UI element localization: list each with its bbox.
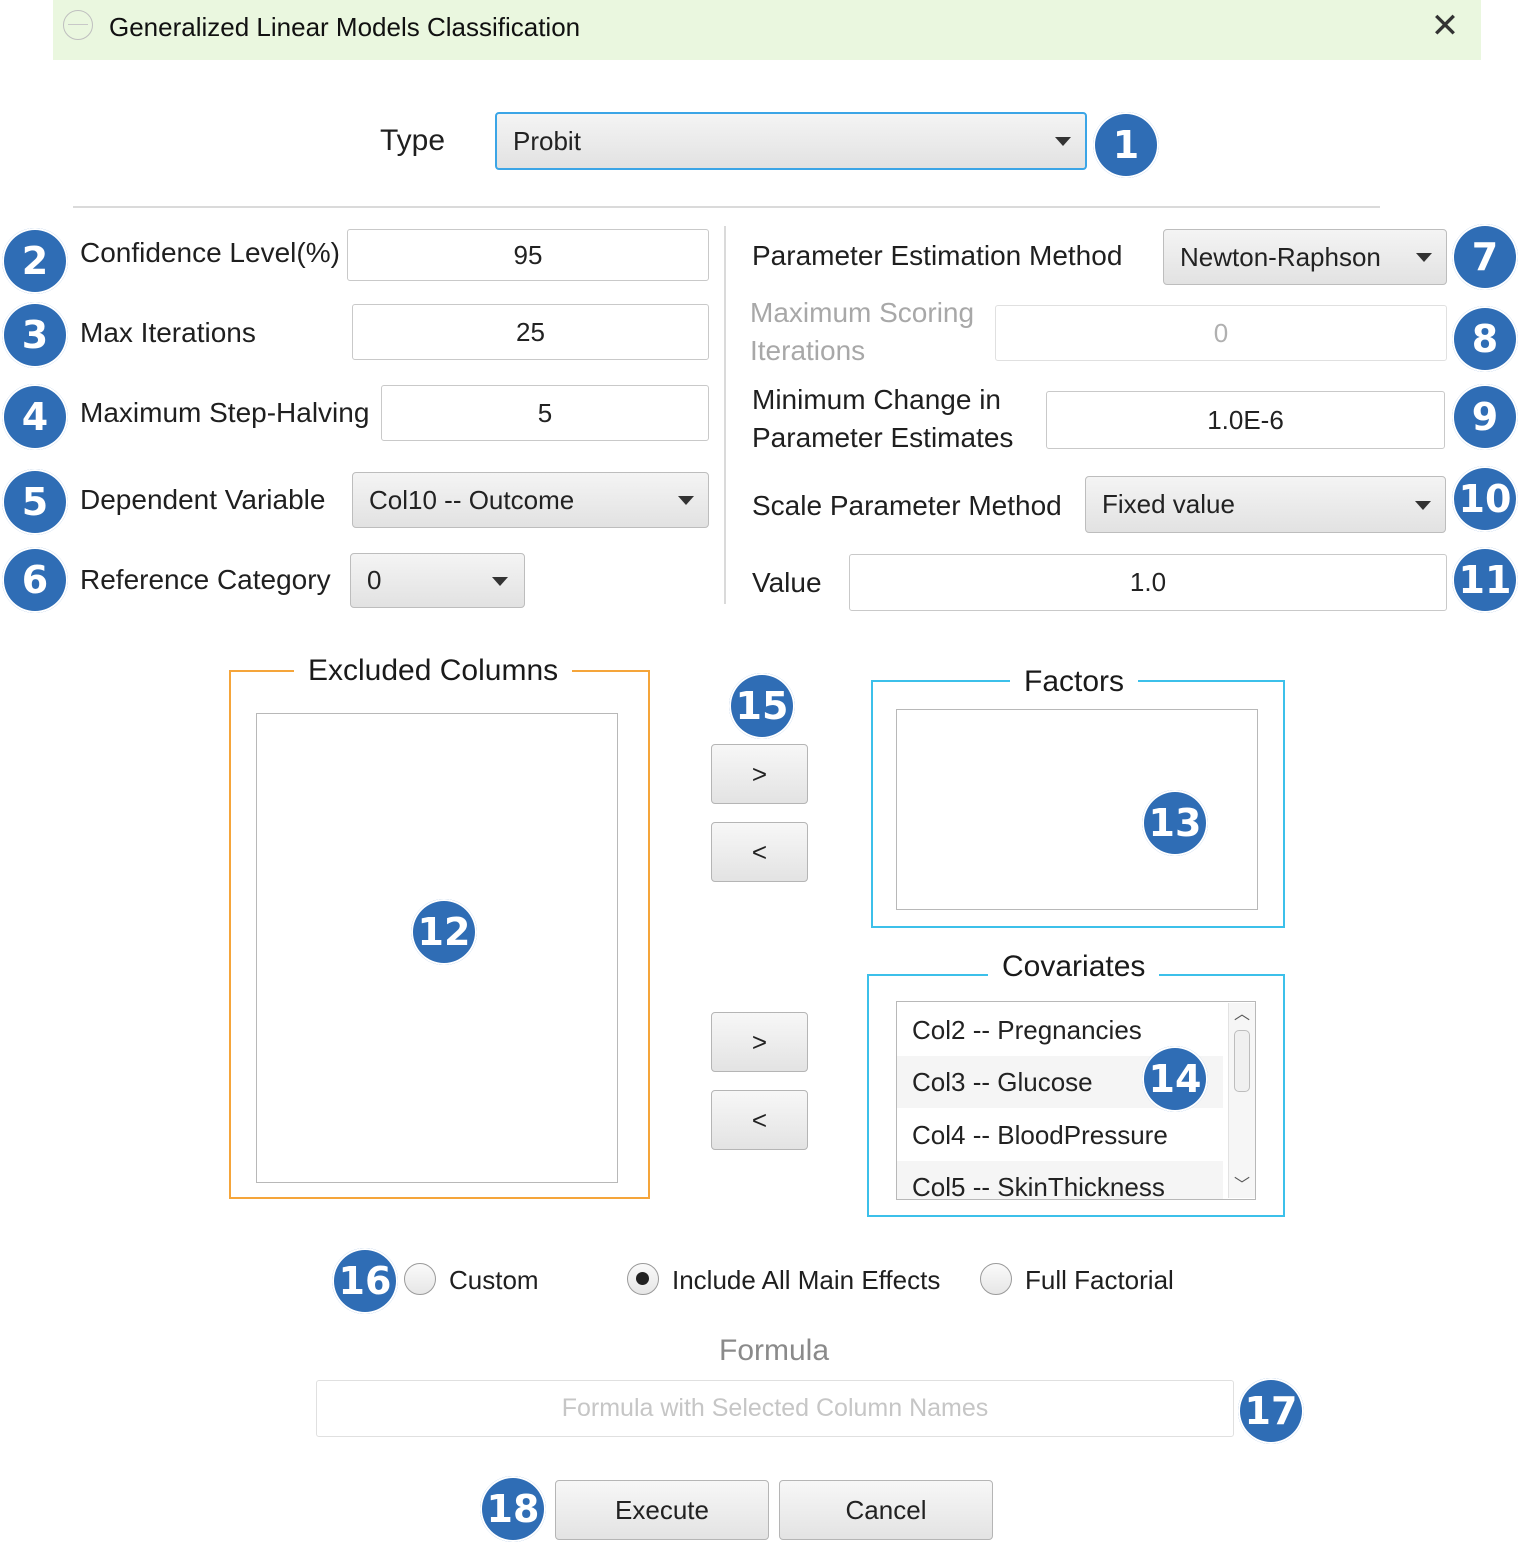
- execute-button[interactable]: Execute: [555, 1480, 769, 1540]
- callout-badge-9: 9: [1452, 384, 1518, 450]
- covariates-list[interactable]: Col2 -- Pregnancies Col3 -- Glucose Col4…: [896, 1001, 1256, 1200]
- callout-badge-7: 7: [1452, 224, 1518, 290]
- callout-badge-16: 16: [332, 1248, 398, 1314]
- custom-radio-label: Custom: [449, 1265, 539, 1295]
- chevron-down-icon: [492, 576, 508, 586]
- max-iterations-input[interactable]: 25: [352, 304, 709, 360]
- main-effects-radio-label: Include All Main Effects: [672, 1265, 941, 1295]
- callout-badge-1: 1: [1093, 112, 1159, 178]
- callout-badge-5: 5: [2, 469, 68, 535]
- formula-input[interactable]: [316, 1380, 1234, 1437]
- horizontal-divider: [73, 206, 1380, 208]
- reference-category-value: 0: [367, 565, 382, 595]
- custom-radio[interactable]: [404, 1263, 436, 1295]
- reference-category-label: Reference Category: [80, 564, 331, 595]
- scale-method-value: Fixed value: [1102, 489, 1235, 519]
- full-factorial-radio-label: Full Factorial: [1025, 1265, 1174, 1295]
- scale-value-input[interactable]: 1.0: [849, 554, 1447, 611]
- confidence-level-label: Confidence Level(%): [80, 237, 340, 268]
- callout-badge-15: 15: [729, 673, 795, 739]
- formula-label: Formula: [719, 1334, 830, 1367]
- callout-badge-4: 4: [2, 384, 68, 450]
- chevron-down-icon: [1055, 137, 1071, 146]
- dependent-variable-label: Dependent Variable: [80, 484, 326, 515]
- scoring-iterations-label-line2: Iterations: [750, 335, 866, 366]
- type-select[interactable]: Probit: [495, 112, 1087, 170]
- callout-badge-18: 18: [480, 1476, 546, 1542]
- covariates-scrollbar[interactable]: ︿ ﹀: [1228, 1003, 1255, 1198]
- list-item[interactable]: Col5 -- SkinThickness: [897, 1161, 1223, 1199]
- max-iterations-label: Max Iterations: [80, 317, 256, 348]
- scroll-up-icon[interactable]: ︿: [1229, 1003, 1255, 1027]
- scoring-iterations-label-line1: Maximum Scoring: [750, 297, 975, 328]
- min-change-label-line2: Parameter Estimates: [752, 422, 1014, 453]
- confidence-level-input[interactable]: 95: [347, 229, 709, 281]
- chevron-down-icon: [1416, 253, 1432, 262]
- callout-badge-13: 13: [1142, 790, 1208, 856]
- callout-badge-12: 12: [411, 899, 477, 965]
- callout-badge-14: 14: [1142, 1046, 1208, 1112]
- callout-badge-17: 17: [1238, 1378, 1304, 1444]
- chevron-down-icon: [1415, 500, 1431, 510]
- cancel-button[interactable]: Cancel: [779, 1480, 993, 1540]
- close-icon[interactable]: ✕: [1425, 6, 1465, 46]
- dependent-variable-value: Col10 -- Outcome: [369, 484, 575, 515]
- remove-from-factors-button[interactable]: <: [711, 822, 808, 882]
- main-effects-radio[interactable]: [627, 1263, 659, 1295]
- factors-title: Factors: [1010, 665, 1139, 699]
- scroll-thumb[interactable]: [1234, 1030, 1250, 1092]
- list-item[interactable]: Col4 -- BloodPressure: [897, 1109, 1223, 1161]
- callout-badge-11: 11: [1452, 547, 1518, 613]
- min-change-label-line1: Minimum Change in: [752, 384, 1001, 415]
- scroll-down-icon[interactable]: ﹀: [1229, 1174, 1255, 1198]
- add-to-factors-button[interactable]: >: [711, 744, 808, 804]
- reference-category-select[interactable]: 0: [350, 553, 525, 608]
- step-halving-label: Maximum Step-Halving: [80, 397, 370, 428]
- min-change-input[interactable]: 1.0E-6: [1046, 391, 1445, 449]
- remove-from-covariates-button[interactable]: <: [711, 1090, 808, 1150]
- scale-method-label: Scale Parameter Method: [752, 490, 1062, 521]
- step-halving-input[interactable]: 5: [381, 385, 709, 441]
- estimation-method-select[interactable]: Newton-Raphson: [1163, 229, 1447, 285]
- scale-value-label: Value: [752, 567, 822, 598]
- callout-badge-8: 8: [1452, 306, 1518, 372]
- type-label: Type: [380, 124, 446, 157]
- covariates-title: Covariates: [988, 950, 1160, 984]
- callout-badge-6: 6: [2, 547, 68, 613]
- callout-badge-10: 10: [1452, 466, 1518, 532]
- dependent-variable-select[interactable]: Col10 -- Outcome: [352, 472, 709, 528]
- vertical-divider: [724, 226, 726, 604]
- callout-badge-3: 3: [2, 302, 68, 368]
- add-to-covariates-button[interactable]: >: [711, 1012, 808, 1072]
- scoring-iterations-input[interactable]: 0: [995, 305, 1447, 361]
- app-icon: [63, 10, 93, 40]
- estimation-method-value: Newton-Raphson: [1180, 241, 1381, 272]
- full-factorial-radio[interactable]: [980, 1263, 1012, 1295]
- title-bar: Generalized Linear Models Classification…: [53, 0, 1481, 60]
- callout-badge-2: 2: [2, 228, 68, 294]
- excluded-columns-title: Excluded Columns: [294, 654, 573, 688]
- type-select-value: Probit: [513, 125, 581, 156]
- chevron-down-icon: [678, 496, 694, 505]
- window-title: Generalized Linear Models Classification: [109, 12, 581, 42]
- scale-method-select[interactable]: Fixed value: [1085, 476, 1446, 533]
- estimation-method-label: Parameter Estimation Method: [752, 240, 1123, 271]
